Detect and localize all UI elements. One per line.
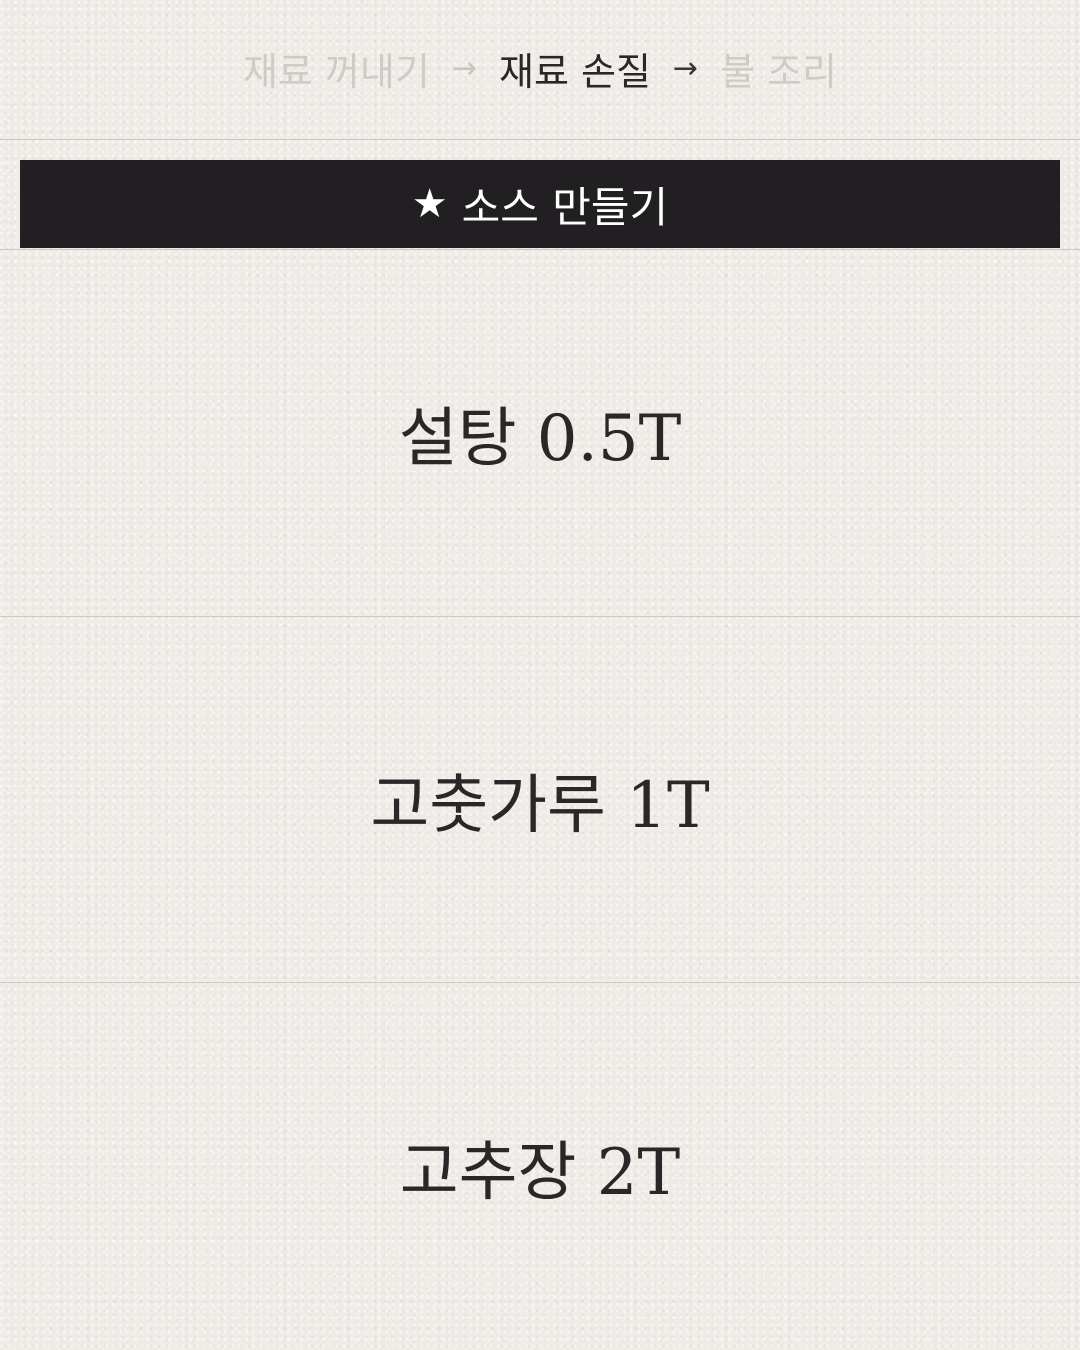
ingredient-text: 설탕 0.5T — [398, 402, 682, 476]
ingredient-text: 고춧가루 1T — [370, 768, 710, 843]
ingredient-item: 설탕 0.5T — [0, 250, 1080, 616]
arrow-right-icon: → — [451, 50, 477, 86]
section-title: 소스 만들기 — [461, 182, 669, 232]
step-cook: 불 조리 — [720, 49, 838, 94]
ingredient-item: 고추장 2T — [0, 983, 1080, 1350]
star-icon: ★ — [411, 181, 448, 227]
step-take-out: 재료 꺼내기 — [242, 49, 430, 94]
step-prep: 재료 손질 — [499, 49, 651, 94]
arrow-right-icon: → — [672, 50, 699, 86]
ingredient-item: 고춧가루 1T — [0, 617, 1080, 982]
divider — [0, 139, 1080, 140]
section-header: ★ 소스 만들기 — [20, 160, 1060, 248]
ingredient-text: 고추장 2T — [399, 1135, 681, 1210]
step-progress: 재료 꺼내기 → 재료 손질 → 불 조리 — [0, 0, 1080, 140]
